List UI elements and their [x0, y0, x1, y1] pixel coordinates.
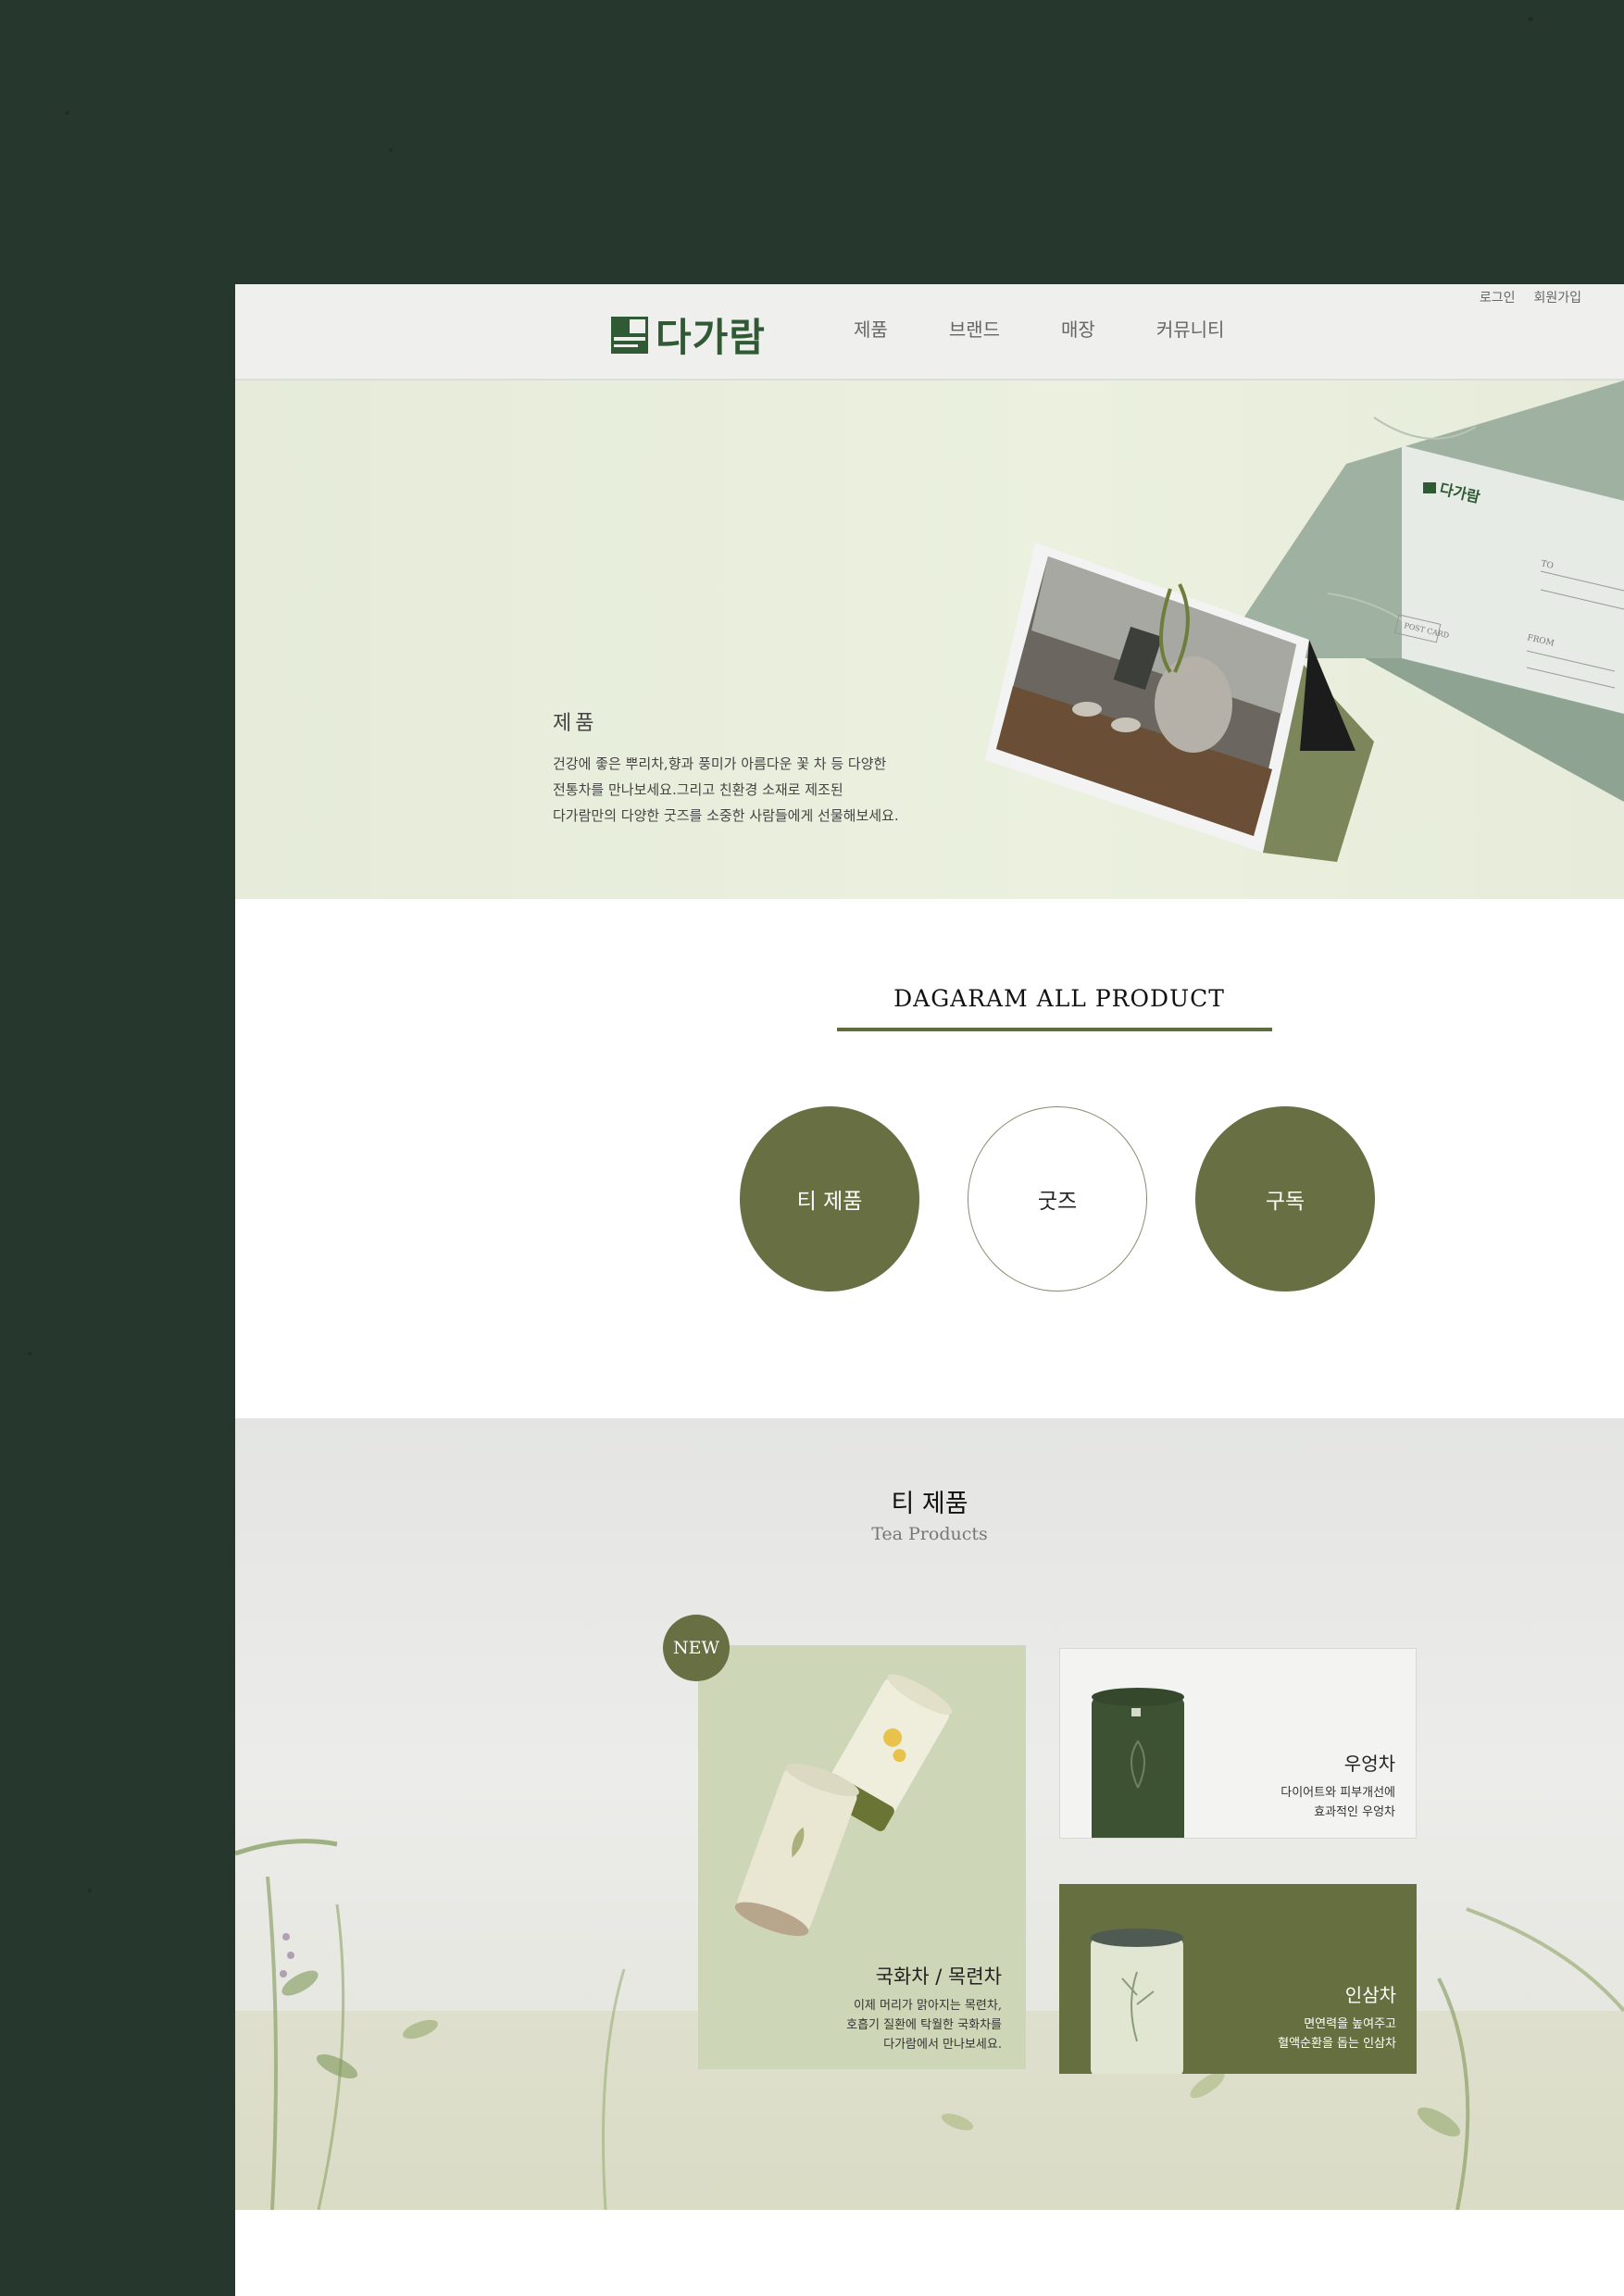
hero-description: 건강에 좋은 뿌리차,향과 풍미가 아름다운 꽃 차 등 다양한 전통차를 만나… [553, 751, 899, 829]
product-description: 다이어트와 피부개선에 효과적인 우엉차 [1280, 1783, 1395, 1822]
product-card-burdock[interactable]: 우엉차 다이어트와 피부개선에 효과적인 우엉차 [1059, 1648, 1417, 1839]
hero-desc-line: 다가람만의 다양한 굿즈를 소중한 사람들에게 선물해보세요. [553, 807, 899, 824]
vase-shape [1155, 656, 1232, 753]
new-badge: NEW [663, 1615, 730, 1681]
background-speck [65, 111, 69, 115]
category-goods-button[interactable]: 굿즈 [968, 1106, 1147, 1292]
product-name: 국화차 / 목련차 [875, 1965, 1002, 1988]
product-description: 이제 머리가 맑아지는 목련차, 호흡기 질환에 탁월한 국화차를 다가람에서 … [846, 1996, 1002, 2054]
category-tea-button[interactable]: 티 제품 [740, 1106, 919, 1292]
tea-section-title: 티 제품 [891, 1490, 968, 1518]
hero-desc-line: 전통차를 만나보세요.그리고 친환경 소재로 제조된 [553, 781, 843, 798]
product-desc-line: 이제 머리가 맑아지는 목련차, [853, 1999, 1002, 2013]
logo-text: 다가람 [656, 315, 766, 360]
product-card-chrysanthemum-magnolia[interactable]: 국화차 / 목련차 이제 머리가 맑아지는 목련차, 호흡기 질환에 탁월한 국… [698, 1645, 1026, 2069]
nav-item-products[interactable]: 제품 [854, 315, 888, 342]
nav-item-stores[interactable]: 매장 [1061, 315, 1095, 342]
product-desc-line: 다가람에서 만나보세요. [883, 2038, 1002, 2052]
website-mockup: 다가람 제품 브랜드 매장 커뮤니티 로그인 회원가입 다가람 TO FROM [235, 284, 1624, 2296]
product-card-ginseng[interactable]: 인삼차 면연력을 높여주고 혈액순환을 돕는 인삼차 [1059, 1884, 1417, 2074]
logo-mark-icon [611, 316, 648, 354]
hero-title: 제품 [553, 712, 598, 735]
login-link[interactable]: 로그인 [1480, 288, 1516, 306]
site-header: 다가람 제품 브랜드 매장 커뮤니티 로그인 회원가입 [235, 284, 1624, 381]
utility-links: 로그인 회원가입 [1480, 288, 1581, 306]
background-speck [389, 148, 393, 152]
nav-item-brand[interactable]: 브랜드 [949, 315, 1000, 342]
brand-logo[interactable]: 다가람 [611, 306, 766, 363]
all-product-title: DAGARAM ALL PRODUCT [893, 985, 1225, 1012]
signup-link[interactable]: 회원가입 [1533, 288, 1581, 306]
product-desc-line: 면연력을 높여주고 [1304, 2017, 1396, 2031]
nav-item-community[interactable]: 커뮤니티 [1156, 315, 1225, 342]
tea-products-section: 티 제품 Tea Products 국화차 / 목련차 이제 머리가 맑아지는 … [235, 1418, 1624, 2210]
background-speck [28, 1352, 32, 1355]
product-description: 면연력을 높여주고 혈액순환을 돕는 인삼차 [1278, 2015, 1396, 2053]
product-desc-line: 다이어트와 피부개선에 [1280, 1786, 1395, 1800]
product-desc-line: 혈액순환을 돕는 인삼차 [1278, 2037, 1396, 2051]
ginseng-can-image [1091, 1928, 1183, 2074]
product-name: 인삼차 [1344, 1984, 1396, 2006]
title-underline [837, 1028, 1272, 1031]
main-nav: 제품 브랜드 매장 커뮤니티 [854, 315, 1285, 342]
product-name: 우엉차 [1343, 1753, 1395, 1775]
product-desc-line: 효과적인 우엉차 [1314, 1805, 1395, 1819]
tea-section-subtitle: Tea Products [871, 1524, 988, 1544]
background-speck [88, 1889, 92, 1892]
hero-banner: 다가람 TO FROM POST CARD 제품 건강에 좋은 뿌리차,향과 풍… [235, 381, 1624, 899]
background-speck [1528, 17, 1533, 21]
product-desc-line: 호흡기 질환에 탁월한 국화차를 [846, 2018, 1002, 2032]
hero-illustration: 다가람 TO FROM POST CARD [985, 381, 1624, 862]
category-subscription-button[interactable]: 구독 [1195, 1106, 1375, 1292]
hero-desc-line: 건강에 좋은 뿌리차,향과 풍미가 아름다운 꽃 차 등 다양한 [553, 755, 887, 772]
burdock-can-image [1092, 1688, 1184, 1838]
